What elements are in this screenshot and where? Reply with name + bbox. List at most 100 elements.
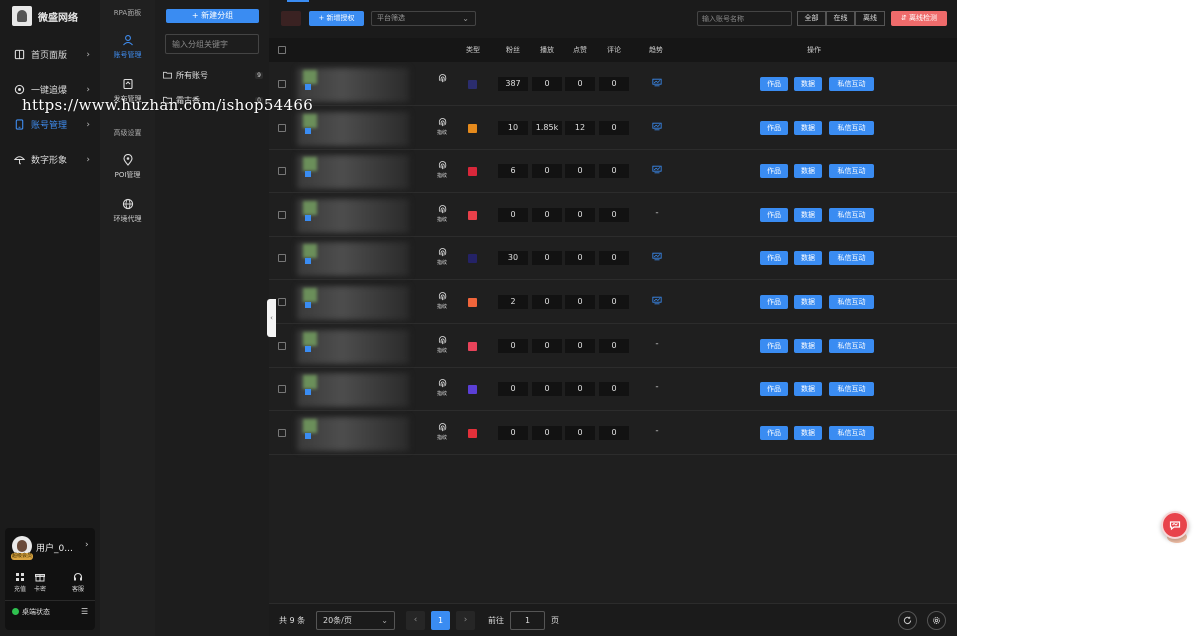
page-size-select[interactable]: 20条/页 ⌄ bbox=[316, 611, 395, 630]
fingerprint-indicator[interactable]: 指纹 bbox=[435, 290, 449, 314]
likes-value: 0 bbox=[565, 382, 595, 397]
likes-value: 0 bbox=[565, 338, 595, 353]
sub-item-env-proxy[interactable]: 环境代理 bbox=[100, 198, 155, 224]
data-button[interactable]: 数据 bbox=[794, 77, 822, 91]
platform-icon bbox=[468, 298, 477, 307]
trend-empty: - bbox=[655, 338, 659, 349]
sub-item-account-management[interactable]: 账号管理 bbox=[100, 34, 155, 60]
avatar bbox=[303, 113, 317, 128]
data-button[interactable]: 数据 bbox=[794, 295, 822, 309]
works-button[interactable]: 作品 bbox=[760, 77, 788, 91]
goto-page-input[interactable] bbox=[510, 611, 545, 630]
dm-interaction-button[interactable]: 私信互动 bbox=[829, 295, 874, 309]
collapse-panel-button[interactable]: ‹ bbox=[267, 299, 276, 337]
filter-offline-button[interactable]: 离线 bbox=[855, 11, 885, 26]
row-checkbox[interactable] bbox=[278, 254, 286, 263]
page-1-button[interactable]: 1 bbox=[431, 611, 450, 630]
data-button[interactable]: 数据 bbox=[794, 207, 822, 222]
service-button[interactable]: 客服 bbox=[67, 572, 89, 593]
works-button[interactable]: 作品 bbox=[760, 251, 788, 266]
fingerprint-indicator[interactable]: 指纹 bbox=[435, 116, 449, 140]
nav-item-one-click-viral[interactable]: 一键追爆 › bbox=[14, 83, 94, 96]
nav-item-home-dashboard[interactable]: 首页面版 › bbox=[14, 48, 94, 61]
filter-all-button[interactable]: 全部 bbox=[797, 11, 826, 26]
card-key-label: 卡密 bbox=[33, 586, 46, 593]
trend-chart-icon[interactable] bbox=[650, 165, 664, 177]
dm-interaction-button[interactable]: 私信互动 bbox=[829, 120, 874, 135]
col-comments: 评论 bbox=[607, 46, 621, 54]
recharge-button[interactable]: 充值 bbox=[9, 572, 31, 593]
user-name[interactable]: 用户_0... bbox=[36, 541, 73, 554]
works-button[interactable]: 作品 bbox=[760, 120, 788, 135]
plays-value: 0 bbox=[532, 295, 562, 309]
data-button[interactable]: 数据 bbox=[794, 338, 822, 353]
refresh-button[interactable] bbox=[898, 611, 917, 630]
chevron-right-icon[interactable]: › bbox=[85, 540, 89, 550]
works-button[interactable]: 作品 bbox=[760, 207, 788, 222]
new-authorization-button[interactable]: + 新增授权 bbox=[309, 11, 364, 26]
chevron-down-icon: ⌄ bbox=[462, 14, 469, 23]
works-button[interactable]: 作品 bbox=[760, 338, 788, 353]
nav-item-digital-avatar[interactable]: 数字形象 › bbox=[14, 153, 94, 166]
fingerprint-indicator[interactable]: 指纹 bbox=[435, 159, 449, 183]
dm-interaction-button[interactable]: 私信互动 bbox=[829, 338, 874, 353]
data-button[interactable]: 数据 bbox=[794, 425, 822, 440]
dm-interaction-button[interactable]: 私信互动 bbox=[829, 251, 874, 266]
fingerprint-indicator[interactable]: 指纹 bbox=[435, 203, 449, 227]
dm-interaction-button[interactable]: 私信互动 bbox=[829, 77, 874, 91]
offline-check-button[interactable]: ⇵ 离线检测 bbox=[891, 11, 947, 26]
row-checkbox[interactable] bbox=[278, 341, 286, 350]
trend-chart-icon[interactable] bbox=[650, 78, 664, 90]
platform-filter-select[interactable]: 平台筛选 ⌄ bbox=[371, 11, 476, 26]
toolbar: + 新增授权 平台筛选 ⌄ 全部 在线 离线 ⇵ 离线检测 bbox=[269, 0, 957, 38]
menu-icon[interactable]: ☰ bbox=[81, 607, 88, 616]
sub-item-label: POI管理 bbox=[114, 171, 141, 179]
works-button[interactable]: 作品 bbox=[760, 382, 788, 397]
floating-assistant-button[interactable] bbox=[1161, 511, 1189, 539]
row-checkbox[interactable] bbox=[278, 298, 286, 306]
trend-chart-icon[interactable] bbox=[650, 252, 664, 264]
works-button[interactable]: 作品 bbox=[760, 295, 788, 309]
fingerprint-indicator[interactable]: 指纹 bbox=[435, 334, 449, 358]
select-all-checkbox[interactable] bbox=[278, 46, 286, 54]
fingerprint-indicator[interactable] bbox=[435, 72, 449, 96]
batch-delete-button[interactable] bbox=[281, 11, 301, 26]
likes-value: 0 bbox=[565, 77, 595, 91]
data-button[interactable]: 数据 bbox=[794, 251, 822, 266]
next-page-button[interactable]: › bbox=[456, 611, 475, 630]
prev-page-button[interactable]: ‹ bbox=[406, 611, 425, 630]
plays-value: 0 bbox=[532, 251, 562, 266]
works-button[interactable]: 作品 bbox=[760, 425, 788, 440]
row-checkbox[interactable] bbox=[278, 167, 286, 176]
trend-chart-icon[interactable] bbox=[650, 296, 664, 308]
plays-value: 0 bbox=[532, 425, 562, 440]
sub-item-poi-management[interactable]: POI管理 bbox=[100, 154, 155, 180]
location-pin-icon bbox=[122, 154, 133, 166]
data-button[interactable]: 数据 bbox=[794, 164, 822, 179]
new-group-button[interactable]: + 新建分组 bbox=[166, 9, 259, 23]
dm-interaction-button[interactable]: 私信互动 bbox=[829, 207, 874, 222]
trend-chart-icon[interactable] bbox=[650, 122, 664, 134]
row-checkbox[interactable] bbox=[278, 80, 286, 88]
dm-interaction-button[interactable]: 私信互动 bbox=[829, 164, 874, 179]
fingerprint-indicator[interactable]: 指纹 bbox=[435, 421, 449, 445]
nav-item-account-management[interactable]: 账号管理 › bbox=[14, 118, 94, 131]
group-search-input[interactable] bbox=[165, 34, 259, 54]
row-checkbox[interactable] bbox=[278, 210, 286, 219]
settings-button[interactable] bbox=[927, 611, 946, 630]
dm-interaction-button[interactable]: 私信互动 bbox=[829, 425, 874, 440]
row-checkbox[interactable] bbox=[278, 428, 286, 437]
group-item-all-accounts[interactable]: 所有账号 9 bbox=[163, 68, 263, 82]
row-checkbox[interactable] bbox=[278, 123, 286, 132]
fingerprint-indicator[interactable]: 指纹 bbox=[435, 246, 449, 270]
data-button[interactable]: 数据 bbox=[794, 120, 822, 135]
data-button[interactable]: 数据 bbox=[794, 382, 822, 397]
account-search-input[interactable] bbox=[697, 11, 792, 26]
avatar bbox=[303, 244, 317, 259]
row-checkbox[interactable] bbox=[278, 385, 286, 394]
card-key-button[interactable]: 卡密 bbox=[29, 572, 51, 593]
filter-online-button[interactable]: 在线 bbox=[826, 11, 855, 26]
works-button[interactable]: 作品 bbox=[760, 164, 788, 179]
fingerprint-indicator[interactable]: 指纹 bbox=[435, 377, 449, 401]
dm-interaction-button[interactable]: 私信互动 bbox=[829, 382, 874, 397]
